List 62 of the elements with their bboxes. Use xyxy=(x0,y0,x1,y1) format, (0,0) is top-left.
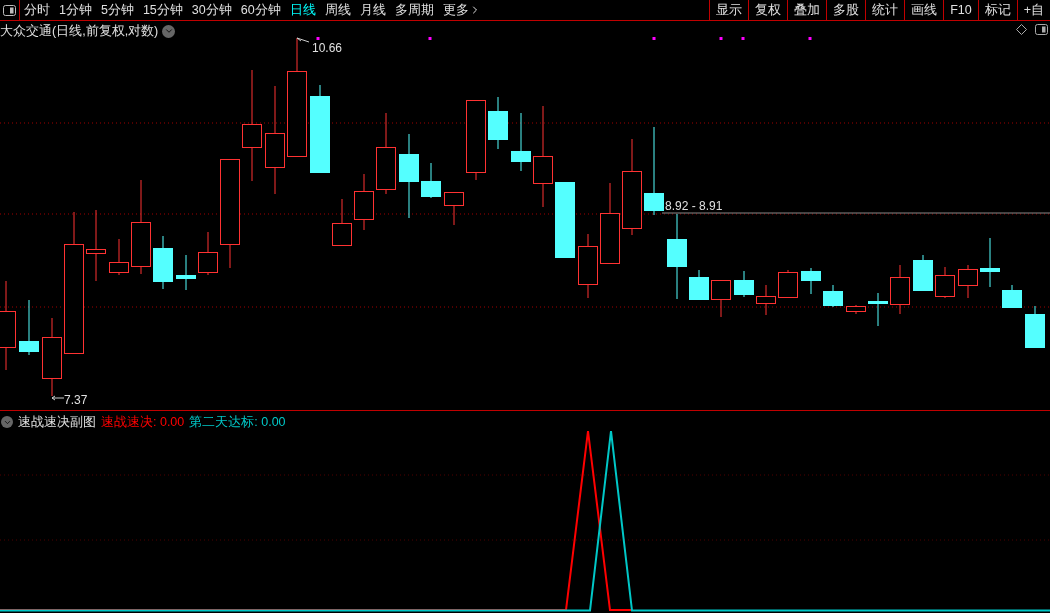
candle xyxy=(846,304,866,315)
candle xyxy=(19,299,39,356)
period-tab[interactable]: 周线 xyxy=(323,0,352,20)
leader-line xyxy=(51,395,65,401)
candle xyxy=(511,112,531,172)
chart-title: 大众交通(日线,前复权,对数) xyxy=(0,23,159,40)
candle xyxy=(935,266,955,299)
candle xyxy=(198,231,218,276)
candle xyxy=(890,264,910,315)
candle xyxy=(711,279,731,318)
period-tab[interactable]: 60分钟 xyxy=(239,0,282,20)
diamond-icon[interactable] xyxy=(1016,24,1027,35)
panel-toggle-icon[interactable] xyxy=(1035,24,1048,35)
period-tab[interactable]: 多周期 xyxy=(393,0,435,20)
toolbar-button[interactable]: 统计 xyxy=(865,0,905,20)
toolbar-button[interactable]: 复权 xyxy=(748,0,788,20)
candle xyxy=(734,270,754,298)
candle xyxy=(153,235,173,290)
candle xyxy=(109,238,129,276)
candle xyxy=(1002,284,1022,308)
candle xyxy=(689,269,709,300)
candle xyxy=(756,284,776,316)
candle xyxy=(1025,305,1045,348)
period-tab[interactable]: 更多 xyxy=(441,0,482,20)
toolbar-button[interactable]: 画线 xyxy=(904,0,944,20)
candle xyxy=(823,284,843,308)
period-tab[interactable]: 日线 xyxy=(288,0,317,20)
candle xyxy=(354,173,374,231)
candle xyxy=(778,269,798,298)
indicator-title: 速战速决副图 xyxy=(18,414,96,431)
price-label: 10.66 xyxy=(312,41,343,55)
indicator-value: 速战速决: 0.00 xyxy=(101,414,185,431)
candle xyxy=(444,191,464,226)
toolbar-button[interactable]: +自 xyxy=(1016,0,1050,20)
toolbar-button[interactable]: 叠加 xyxy=(787,0,827,20)
dropdown-icon[interactable] xyxy=(162,24,176,38)
candle xyxy=(488,96,508,150)
period-tab[interactable]: 1分钟 xyxy=(58,0,93,20)
candle xyxy=(868,292,888,327)
toolbar-button[interactable]: F10 xyxy=(943,0,978,20)
panel-toggle-icon[interactable] xyxy=(3,4,16,16)
toolbar-button[interactable]: 多股 xyxy=(826,0,866,20)
candle xyxy=(980,237,1000,288)
leader-line xyxy=(296,37,310,43)
candle xyxy=(176,254,196,291)
candle xyxy=(421,162,441,199)
period-tab[interactable]: 30分钟 xyxy=(190,0,233,20)
period-tab[interactable]: 5分钟 xyxy=(99,0,135,20)
toolbar-button[interactable]: 标记 xyxy=(977,0,1017,20)
indicator-value: 第二天达标: 0.00 xyxy=(189,414,286,431)
candle xyxy=(801,267,821,295)
candle xyxy=(332,198,352,246)
period-tab[interactable]: 15分钟 xyxy=(141,0,184,20)
toolbar-button[interactable]: 显示 xyxy=(709,0,749,20)
period-tab[interactable]: 月线 xyxy=(358,0,387,20)
dropdown-icon[interactable] xyxy=(1,416,13,429)
candle xyxy=(958,264,978,299)
candle xyxy=(578,233,598,299)
price-label: 8.92 - 8.91 xyxy=(665,198,723,215)
period-tab[interactable]: 分时 xyxy=(23,0,51,20)
candle xyxy=(913,254,933,292)
price-label: 7.37 xyxy=(64,392,88,409)
